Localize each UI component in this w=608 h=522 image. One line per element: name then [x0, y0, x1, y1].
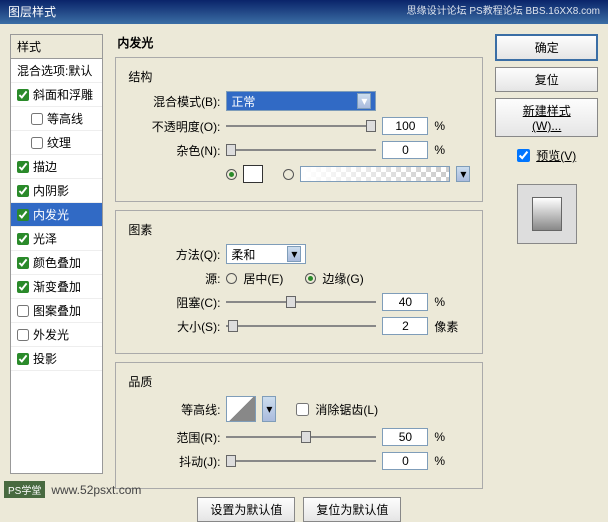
- opacity-input[interactable]: 100: [382, 117, 428, 135]
- blend-mode-label: 混合模式(B):: [128, 93, 220, 110]
- sidebar-item-label: 渐变叠加: [33, 278, 81, 295]
- choke-label: 阻塞(C):: [128, 294, 220, 311]
- footer-watermark: PS学堂 www.52psxt.com: [4, 481, 141, 498]
- sidebar-item-label: 外发光: [33, 326, 69, 343]
- structure-legend: 结构: [128, 70, 152, 84]
- gradient-picker[interactable]: [300, 166, 450, 182]
- noise-input[interactable]: 0: [382, 141, 428, 159]
- new-style-button[interactable]: 新建样式(W)...: [495, 98, 598, 137]
- style-checkbox[interactable]: [17, 353, 29, 365]
- style-checkbox[interactable]: [17, 161, 29, 173]
- gradient-dropdown-icon[interactable]: ▾: [456, 166, 470, 182]
- dialog-title: 图层样式: [8, 0, 56, 24]
- style-checkbox[interactable]: [17, 185, 29, 197]
- color-swatch[interactable]: [243, 165, 263, 183]
- reset-default-button[interactable]: 复位为默认值: [303, 497, 401, 522]
- sidebar-item-4[interactable]: 内阴影: [11, 179, 102, 203]
- sidebar-item-label: 斜面和浮雕: [33, 86, 93, 103]
- opacity-label: 不透明度(O):: [128, 118, 220, 135]
- style-checkbox[interactable]: [31, 113, 43, 125]
- style-checkbox[interactable]: [31, 137, 43, 149]
- watermark-text: 思缘设计论坛 PS教程论坛 BBS.16XX8.com: [407, 0, 600, 24]
- blending-options[interactable]: 混合选项:默认: [11, 59, 102, 83]
- size-slider[interactable]: [226, 318, 376, 334]
- styles-sidebar: 样式 混合选项:默认 斜面和浮雕等高线纹理描边内阴影内发光光泽颜色叠加渐变叠加图…: [10, 34, 103, 474]
- sidebar-item-5[interactable]: 内发光: [11, 203, 102, 227]
- antialias-checkbox[interactable]: [296, 403, 309, 416]
- ok-button[interactable]: 确定: [495, 34, 598, 61]
- style-checkbox[interactable]: [17, 209, 29, 221]
- structure-group: 结构 混合模式(B): 正常 ▾ 不透明度(O): 100 % 杂色(N): 0…: [115, 57, 483, 202]
- sidebar-item-label: 光泽: [33, 230, 57, 247]
- range-slider[interactable]: [226, 429, 376, 445]
- dropdown-arrow-icon: ▾: [357, 93, 371, 109]
- source-center-radio[interactable]: [226, 273, 237, 284]
- sidebar-item-label: 等高线: [47, 110, 83, 127]
- sidebar-item-6[interactable]: 光泽: [11, 227, 102, 251]
- sidebar-item-label: 图案叠加: [33, 302, 81, 319]
- jitter-input[interactable]: 0: [382, 452, 428, 470]
- quality-legend: 品质: [128, 375, 152, 389]
- sidebar-item-0[interactable]: 斜面和浮雕: [11, 83, 102, 107]
- elements-group: 图素 方法(Q): 柔和 ▾ 源: 居中(E) 边缘(G) 阻塞(C): 40: [115, 210, 483, 354]
- sidebar-item-label: 内阴影: [33, 182, 69, 199]
- sidebar-item-8[interactable]: 渐变叠加: [11, 275, 102, 299]
- source-edge-radio[interactable]: [305, 273, 316, 284]
- panel-title: 内发光: [115, 34, 483, 51]
- range-label: 范围(R):: [128, 429, 220, 446]
- source-label: 源:: [128, 270, 220, 287]
- settings-panel: 内发光 结构 混合模式(B): 正常 ▾ 不透明度(O): 100 % 杂色(N…: [115, 34, 483, 474]
- size-input[interactable]: 2: [382, 317, 428, 335]
- cancel-button[interactable]: 复位: [495, 67, 598, 92]
- sidebar-item-label: 内发光: [33, 206, 69, 223]
- style-checkbox[interactable]: [17, 281, 29, 293]
- sidebar-item-label: 描边: [33, 158, 57, 175]
- contour-dropdown-icon[interactable]: ▾: [262, 396, 276, 422]
- noise-label: 杂色(N):: [128, 142, 220, 159]
- sidebar-item-11[interactable]: 投影: [11, 347, 102, 371]
- sidebar-item-3[interactable]: 描边: [11, 155, 102, 179]
- blend-mode-select[interactable]: 正常 ▾: [226, 91, 376, 111]
- sidebar-item-9[interactable]: 图案叠加: [11, 299, 102, 323]
- preview-thumbnail: [517, 184, 577, 244]
- sidebar-item-label: 纹理: [47, 134, 71, 151]
- footer-logo: PS学堂: [4, 481, 45, 498]
- contour-label: 等高线:: [128, 401, 220, 418]
- style-checkbox[interactable]: [17, 233, 29, 245]
- style-checkbox[interactable]: [17, 329, 29, 341]
- sidebar-item-label: 颜色叠加: [33, 254, 81, 271]
- size-label: 大小(S):: [128, 318, 220, 335]
- contour-picker[interactable]: [226, 396, 256, 422]
- sidebar-item-10[interactable]: 外发光: [11, 323, 102, 347]
- quality-group: 品质 等高线: ▾ 消除锯齿(L) 范围(R): 50 % 抖动(J): 0 %: [115, 362, 483, 489]
- sidebar-header: 样式: [11, 35, 102, 59]
- titlebar: 图层样式 思缘设计论坛 PS教程论坛 BBS.16XX8.com: [0, 0, 608, 24]
- sidebar-item-1[interactable]: 等高线: [11, 107, 102, 131]
- sidebar-item-2[interactable]: 纹理: [11, 131, 102, 155]
- opacity-slider[interactable]: [226, 118, 376, 134]
- dropdown-arrow-icon: ▾: [287, 246, 301, 262]
- jitter-label: 抖动(J):: [128, 453, 220, 470]
- choke-slider[interactable]: [226, 294, 376, 310]
- preview-label: 预览(V): [536, 147, 576, 164]
- footer-url: www.52psxt.com: [51, 483, 141, 497]
- color-radio[interactable]: [226, 169, 237, 180]
- sidebar-item-label: 投影: [33, 350, 57, 367]
- style-checkbox[interactable]: [17, 257, 29, 269]
- choke-input[interactable]: 40: [382, 293, 428, 311]
- preview-checkbox[interactable]: [517, 149, 530, 162]
- action-column: 确定 复位 新建样式(W)... 预览(V): [495, 34, 598, 474]
- technique-label: 方法(Q):: [128, 246, 220, 263]
- sidebar-item-7[interactable]: 颜色叠加: [11, 251, 102, 275]
- jitter-slider[interactable]: [226, 453, 376, 469]
- technique-select[interactable]: 柔和 ▾: [226, 244, 306, 264]
- style-checkbox[interactable]: [17, 89, 29, 101]
- set-default-button[interactable]: 设置为默认值: [197, 497, 295, 522]
- gradient-radio[interactable]: [283, 169, 294, 180]
- noise-slider[interactable]: [226, 142, 376, 158]
- elements-legend: 图素: [128, 223, 152, 237]
- range-input[interactable]: 50: [382, 428, 428, 446]
- style-checkbox[interactable]: [17, 305, 29, 317]
